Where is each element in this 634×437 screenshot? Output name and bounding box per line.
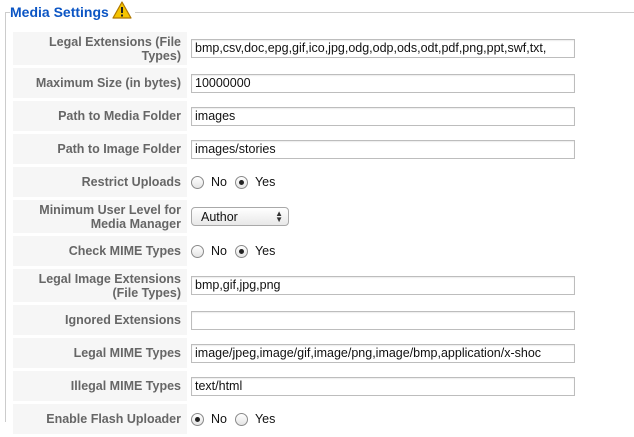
ignored-extensions-label: Ignored Extensions bbox=[13, 305, 187, 335]
check-mime-types-value-cell: No Yes bbox=[187, 236, 634, 266]
legal-image-extensions-file-types-input[interactable]: bmp,gif,jpg,png bbox=[191, 276, 575, 295]
restrict-uploads-value-cell: No Yes bbox=[187, 167, 634, 197]
ignored-extensions-input[interactable] bbox=[191, 310, 575, 330]
setting-row-ignored-extensions: Ignored Extensions bbox=[13, 305, 634, 335]
path-to-image-folder-value-cell: images/stories bbox=[187, 134, 634, 164]
check-mime-types-radio-no[interactable] bbox=[191, 244, 204, 258]
check-mime-types-radio-no-label[interactable]: No bbox=[211, 244, 227, 258]
legal-extensions-file-types-input[interactable]: bmp,csv,doc,epg,gif,ico,jpg,odg,odp,ods,… bbox=[191, 39, 575, 58]
enable-flash-uploader-radio-no-label[interactable]: No bbox=[211, 412, 227, 426]
minimum-user-level-for-media-manager-select-value: Author bbox=[201, 209, 238, 224]
path-to-image-folder-label: Path to Image Folder bbox=[13, 134, 187, 164]
minimum-user-level-for-media-manager-select[interactable]: Author ▲ ▼ bbox=[191, 207, 289, 226]
enable-flash-uploader-radio-no[interactable] bbox=[191, 412, 204, 426]
restrict-uploads-radio-yes-label[interactable]: Yes bbox=[255, 175, 275, 189]
maximum-size-in-bytes-value-cell: 10000000 bbox=[187, 68, 634, 98]
legal-image-extensions-file-types-value-cell: bmp,gif,jpg,png bbox=[187, 269, 634, 302]
check-mime-types-radio-yes-label[interactable]: Yes bbox=[255, 244, 275, 258]
legal-extensions-file-types-value-cell: bmp,csv,doc,epg,gif,ico,jpg,odg,odp,ods,… bbox=[187, 32, 634, 65]
path-to-image-folder-input[interactable]: images/stories bbox=[191, 139, 575, 159]
setting-row-illegal-mime-types: Illegal MIME Types text/html bbox=[13, 371, 634, 401]
restrict-uploads-radio-no-label[interactable]: No bbox=[211, 175, 227, 189]
setting-row-restrict-uploads: Restrict Uploads No Yes bbox=[13, 167, 634, 197]
setting-row-minimum-user-level-for-media-manager: Minimum User Level for Media Manager Auth… bbox=[13, 200, 634, 233]
maximum-size-in-bytes-label: Maximum Size (in bytes) bbox=[13, 68, 187, 98]
select-arrows-icon: ▲ ▼ bbox=[275, 208, 283, 224]
restrict-uploads-radio-no[interactable] bbox=[191, 175, 204, 189]
ignored-extensions-value-cell bbox=[187, 305, 634, 335]
path-to-media-folder-value-cell: images bbox=[187, 101, 634, 131]
section-title: Media Settings bbox=[10, 4, 109, 20]
minimum-user-level-for-media-manager-value-cell: Author ▲ ▼ bbox=[187, 200, 634, 233]
setting-row-path-to-media-folder: Path to Media Folder images bbox=[13, 101, 634, 131]
enable-flash-uploader-radio-yes[interactable] bbox=[234, 412, 248, 426]
illegal-mime-types-value-cell: text/html bbox=[187, 371, 634, 401]
setting-row-enable-flash-uploader: Enable Flash Uploader No Yes bbox=[13, 404, 634, 434]
check-mime-types-label: Check MIME Types bbox=[13, 236, 187, 266]
restrict-uploads-radio-yes[interactable] bbox=[234, 175, 248, 189]
legal-mime-types-input[interactable]: image/jpeg,image/gif,image/png,image/bmp… bbox=[191, 343, 575, 363]
legal-mime-types-value-cell: image/jpeg,image/gif,image/png,image/bmp… bbox=[187, 338, 634, 368]
setting-row-legal-image-extensions-file-types: Legal Image Extensions (File Types) bmp,g… bbox=[13, 269, 634, 302]
illegal-mime-types-label: Illegal MIME Types bbox=[13, 371, 187, 401]
path-to-media-folder-input[interactable]: images bbox=[191, 106, 575, 126]
enable-flash-uploader-radio-yes-label[interactable]: Yes bbox=[255, 412, 275, 426]
legal-mime-types-label: Legal MIME Types bbox=[13, 338, 187, 368]
illegal-mime-types-input[interactable]: text/html bbox=[191, 376, 575, 396]
enable-flash-uploader-radio-group: No Yes bbox=[191, 412, 283, 426]
path-to-media-folder-label: Path to Media Folder bbox=[13, 101, 187, 131]
enable-flash-uploader-value-cell: No Yes bbox=[187, 404, 634, 434]
setting-row-check-mime-types: Check MIME Types No Yes bbox=[13, 236, 634, 266]
section-legend: Media Settings bbox=[10, 1, 135, 22]
setting-row-path-to-image-folder: Path to Image Folder images/stories bbox=[13, 134, 634, 164]
maximum-size-in-bytes-input[interactable]: 10000000 bbox=[191, 73, 575, 93]
restrict-uploads-radio-group: No Yes bbox=[191, 175, 283, 189]
settings-rows: Legal Extensions (File Types) bmp,csv,doc… bbox=[13, 32, 634, 437]
legal-image-extensions-file-types-label: Legal Image Extensions (File Types) bbox=[13, 269, 187, 302]
warning-icon bbox=[112, 1, 132, 19]
setting-row-maximum-size-in-bytes: Maximum Size (in bytes) 10000000 bbox=[13, 68, 634, 98]
enable-flash-uploader-label: Enable Flash Uploader bbox=[13, 404, 187, 434]
check-mime-types-radio-group: No Yes bbox=[191, 244, 283, 258]
minimum-user-level-for-media-manager-label: Minimum User Level for Media Manager bbox=[13, 200, 187, 233]
setting-row-legal-extensions-file-types: Legal Extensions (File Types) bmp,csv,doc… bbox=[13, 32, 634, 65]
setting-row-legal-mime-types: Legal MIME Types image/jpeg,image/gif,ima… bbox=[13, 338, 634, 368]
restrict-uploads-label: Restrict Uploads bbox=[13, 167, 187, 197]
legal-extensions-file-types-label: Legal Extensions (File Types) bbox=[13, 32, 187, 65]
check-mime-types-radio-yes[interactable] bbox=[234, 244, 248, 258]
